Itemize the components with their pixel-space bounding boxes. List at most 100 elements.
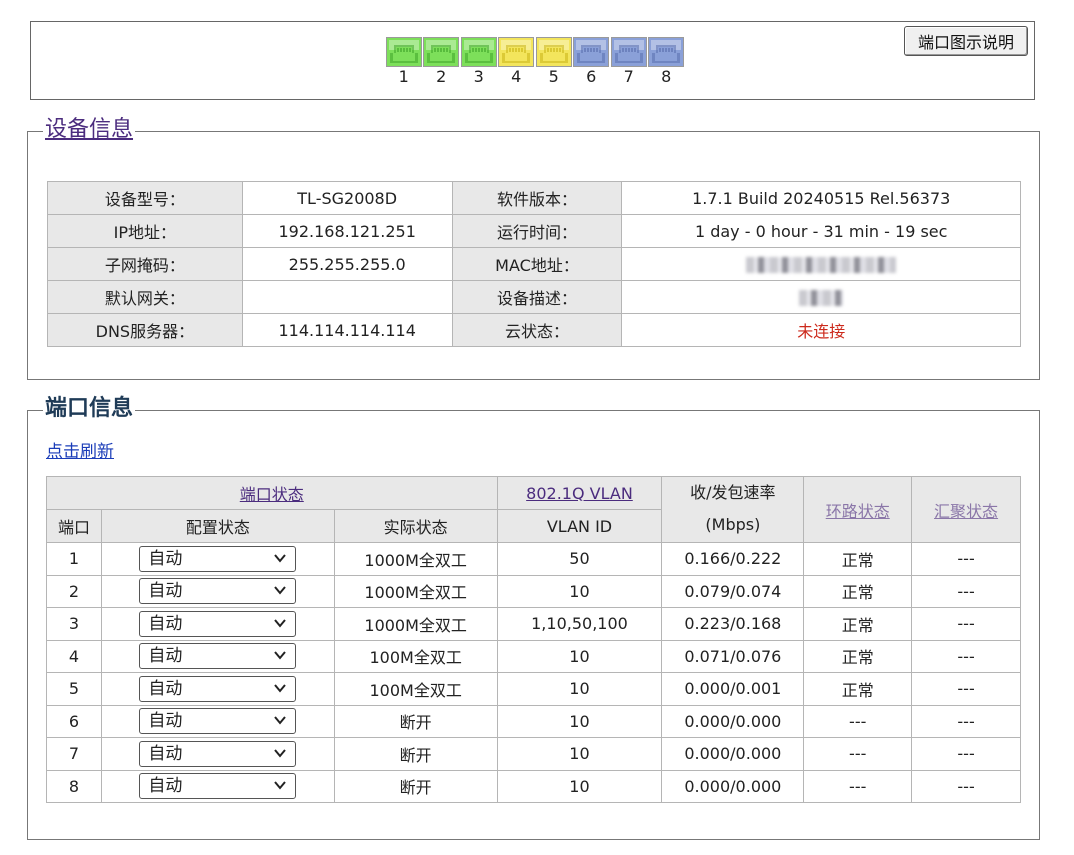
device-label: 云状态：: [451, 313, 623, 347]
device-value: [621, 247, 1021, 281]
chevron-down-icon: [274, 619, 287, 628]
actual-status-cell: 1000M全双工: [333, 542, 498, 576]
select-value: 自动: [148, 613, 183, 634]
speed-mode-select[interactable]: 自动: [139, 545, 297, 572]
device-info-section: 设备信息 设备型号： TL-SG2008D 软件版本： 1.7.1 Build 202…: [27, 115, 1040, 380]
chevron-down-icon: [274, 586, 287, 595]
device-info-table: 设备型号： TL-SG2008D 软件版本： 1.7.1 Build 20240515…: [47, 181, 1021, 347]
agg-status-cell: ---: [911, 542, 1021, 576]
port-row: 5 自动 100M全双工 10 0.000/0.001 正常 ---: [46, 672, 1021, 706]
agg-status-cell: ---: [911, 769, 1021, 803]
port-2[interactable]: 2: [423, 37, 461, 86]
actual-col-header: 实际状态: [333, 509, 498, 543]
config-cell: 自动: [100, 769, 335, 803]
loop-status-cell: 正常: [803, 639, 913, 673]
actual-status-cell: 断开: [333, 704, 498, 738]
select-value: 自动: [148, 776, 183, 797]
config-cell: 自动: [100, 574, 335, 608]
device-info-row: 设备型号： TL-SG2008D 软件版本： 1.7.1 Build 20240515…: [47, 181, 1021, 215]
port-icons-row: 1 2 3 4 5 6 7 8: [385, 37, 685, 86]
speed-mode-select[interactable]: 自动: [139, 708, 297, 735]
loop-status-header-link[interactable]: 环路状态: [826, 502, 890, 521]
loop-status-cell: 正常: [803, 542, 913, 576]
rate-cell: 0.000/0.000: [661, 737, 805, 771]
chevron-down-icon: [274, 716, 287, 725]
port-row: 6 自动 断开 10 0.000/0.000 --- ---: [46, 704, 1021, 738]
device-info-row: 子网掩码： 255.255.255.0 MAC地址：: [47, 247, 1021, 281]
port-legend-button[interactable]: 端口图示说明: [904, 26, 1028, 56]
port-status-header-link[interactable]: 端口状态: [240, 485, 304, 504]
agg-status-cell: ---: [911, 704, 1021, 738]
config-cell: 自动: [100, 737, 335, 771]
chevron-down-icon: [274, 781, 287, 790]
port-7[interactable]: 7: [610, 37, 648, 86]
device-value: [621, 280, 1021, 314]
device-label: 运行时间：: [451, 214, 623, 248]
agg-status-cell: ---: [911, 737, 1021, 771]
select-value: 自动: [148, 646, 183, 667]
rate-cell: 0.079/0.074: [661, 574, 805, 608]
speed-mode-select[interactable]: 自动: [139, 610, 297, 637]
device-label: 设备型号：: [47, 181, 243, 215]
select-value: 自动: [148, 678, 183, 699]
vlan-id-cell: 10: [496, 639, 663, 673]
rate-header: 收/发包速率 (Mbps): [661, 476, 805, 543]
device-info-title[interactable]: 设备信息: [43, 115, 136, 145]
loop-status-cell: ---: [803, 769, 913, 803]
vlan-id-cell: 1,10,50,100: [496, 607, 663, 641]
agg-status-header-link[interactable]: 汇聚状态: [934, 502, 998, 521]
device-value: 192.168.121.251: [241, 214, 453, 248]
chevron-down-icon: [274, 554, 287, 563]
vlan-id-cell: 10: [496, 737, 663, 771]
port-number: 6: [586, 67, 597, 86]
actual-status-cell: 1000M全双工: [333, 574, 498, 608]
rate-cell: 0.166/0.222: [661, 542, 805, 576]
port-number-cell: 4: [46, 639, 102, 673]
port-1[interactable]: 1: [385, 37, 423, 86]
speed-mode-select[interactable]: 自动: [139, 773, 297, 800]
port-3[interactable]: 3: [460, 37, 498, 86]
port-number: 8: [661, 67, 672, 86]
port-row: 4 自动 100M全双工 10 0.071/0.076 正常 ---: [46, 639, 1021, 673]
port-number-cell: 3: [46, 607, 102, 641]
config-cell: 自动: [100, 607, 335, 641]
mac-redacted: [746, 257, 897, 273]
port-8[interactable]: 8: [648, 37, 686, 86]
device-label: 设备描述：: [451, 280, 623, 314]
config-cell: 自动: [100, 542, 335, 576]
select-value: 自动: [148, 548, 183, 569]
loop-status-cell: 正常: [803, 607, 913, 641]
port-5[interactable]: 5: [535, 37, 573, 86]
ethernet-port-icon: [535, 37, 572, 67]
vlan-id-cell: 10: [496, 704, 663, 738]
device-label: 子网掩码：: [47, 247, 243, 281]
speed-mode-select[interactable]: 自动: [139, 740, 297, 767]
ethernet-port-icon: [573, 37, 610, 67]
vlan-header-link[interactable]: 802.1Q VLAN: [526, 484, 633, 503]
rate-header-label: 收/发包速率: [690, 482, 776, 502]
device-info-row: 默认网关： 设备描述：: [47, 280, 1021, 314]
port-number: 5: [548, 67, 559, 86]
speed-mode-select[interactable]: 自动: [139, 643, 297, 670]
device-info-row: DNS服务器： 114.114.114.114 云状态： 未连接: [47, 313, 1021, 347]
port-number-cell: 2: [46, 574, 102, 608]
speed-mode-select[interactable]: 自动: [139, 578, 297, 605]
port-number: 7: [623, 67, 634, 86]
port-4[interactable]: 4: [498, 37, 536, 86]
config-col-header: 配置状态: [100, 509, 335, 543]
rate-cell: 0.000/0.000: [661, 769, 805, 803]
refresh-link[interactable]: 点击刷新: [46, 437, 114, 462]
chevron-down-icon: [274, 684, 287, 693]
actual-status-cell: 100M全双工: [333, 639, 498, 673]
port-row: 3 自动 1000M全双工 1,10,50,100 0.223/0.168 正常 ---: [46, 607, 1021, 641]
device-info-row: IP地址： 192.168.121.251 运行时间： 1 day - 0 hour …: [47, 214, 1021, 248]
ethernet-port-icon: [648, 37, 685, 67]
ethernet-port-icon: [610, 37, 647, 67]
port-number-cell: 1: [46, 542, 102, 576]
chevron-down-icon: [274, 651, 287, 660]
port-6[interactable]: 6: [573, 37, 611, 86]
ethernet-port-icon: [460, 37, 497, 67]
ethernet-port-icon: [385, 37, 422, 67]
speed-mode-select[interactable]: 自动: [139, 675, 297, 702]
rate-header-unit: (Mbps): [705, 514, 761, 534]
